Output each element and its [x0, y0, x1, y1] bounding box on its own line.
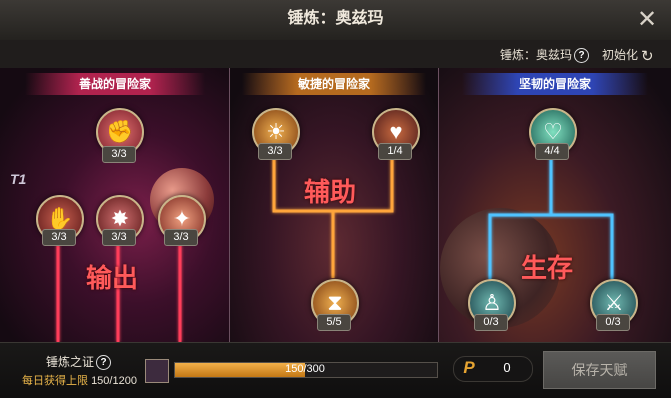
node-count: 0/3 — [474, 314, 508, 331]
proof-item-icon — [145, 359, 169, 383]
daily-limit: 每日获得上限 150/1200 — [22, 372, 137, 388]
node-count: 4/4 — [535, 143, 569, 160]
close-icon[interactable]: ✕ — [632, 6, 662, 34]
points-icon: P — [463, 358, 475, 377]
daily-limit-label: 每日获得上限 — [22, 375, 88, 387]
progress-text: 150/300 — [285, 363, 325, 375]
node-count: 1/4 — [378, 143, 412, 160]
save-button[interactable]: 保存天赋 — [543, 351, 656, 389]
damage-banner: 输出 — [86, 263, 139, 293]
support-banner: 辅助 — [304, 177, 357, 207]
survival-banner: 生存 — [521, 253, 574, 283]
help-icon[interactable]: ? — [574, 48, 590, 64]
window-title: 锤炼：奥兹玛 — [287, 10, 384, 27]
daily-limit-value: 150/1200 — [91, 375, 137, 387]
reset-label: 初始化 — [602, 48, 639, 62]
node-count: 3/3 — [42, 229, 76, 246]
hammer-info[interactable]: 锤炼：奥兹玛? — [500, 46, 590, 64]
node-count: 5/5 — [317, 314, 351, 331]
node-count: 3/3 — [164, 229, 198, 246]
node-count: 3/3 — [102, 146, 136, 163]
node-count: 3/3 — [102, 229, 136, 246]
hammer-info-label: 锤炼：奥兹玛 — [500, 48, 573, 62]
help-icon[interactable]: ? — [96, 355, 112, 371]
points-value: 0 — [503, 360, 511, 375]
refresh-icon: ↻ — [641, 47, 654, 65]
proof-label-text: 锤炼之证 — [46, 355, 95, 369]
node-count: 0/3 — [596, 314, 630, 331]
proof-label[interactable]: 锤炼之证? — [46, 353, 112, 371]
talent-panel: 善战的冒险家 敏捷的冒险家 坚韧的冒险家 T1 输出 辅助 生存 ✊ 3/3 ✋… — [0, 68, 671, 342]
node-count: 3/3 — [258, 143, 292, 160]
reset-button[interactable]: 初始化 ↻ — [602, 46, 654, 65]
